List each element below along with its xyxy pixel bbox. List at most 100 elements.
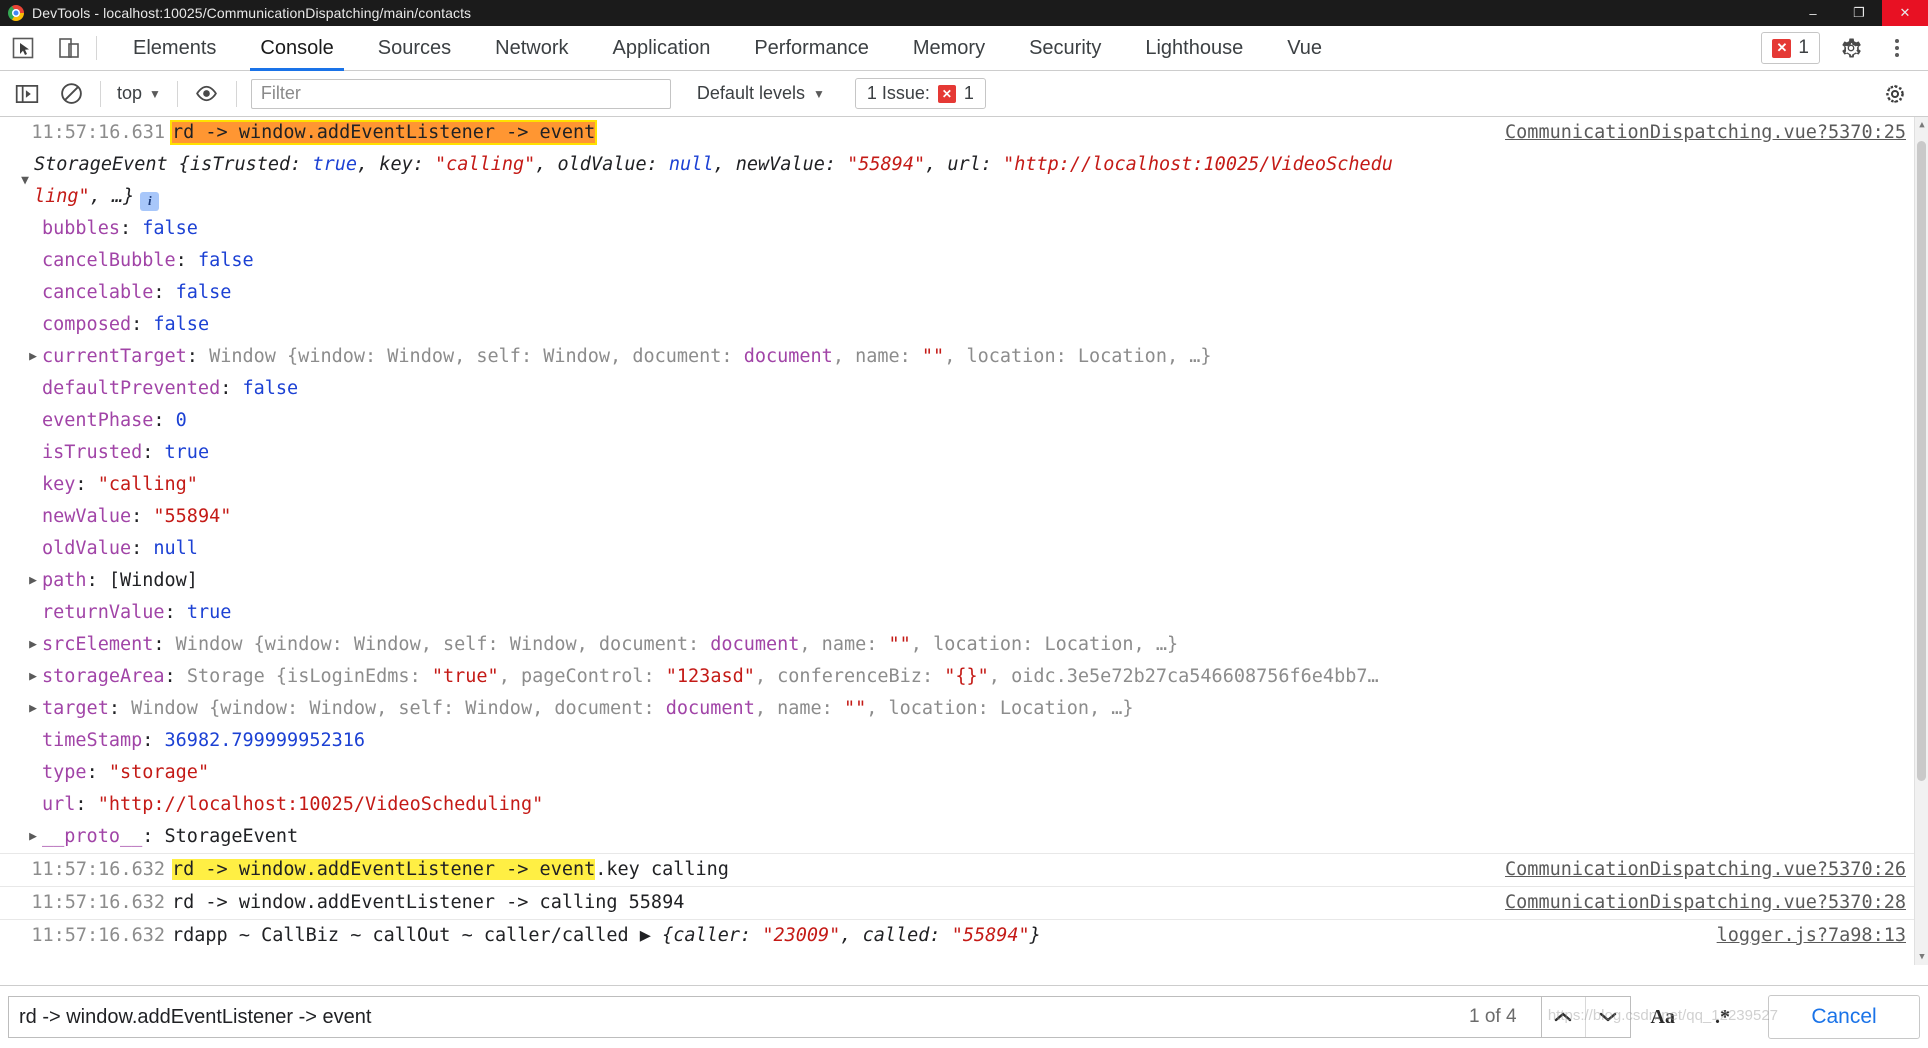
- console-sidebar-toggle-button[interactable]: [6, 77, 48, 111]
- object-property-row[interactable]: bubbles: false: [0, 213, 1914, 245]
- object-property-row[interactable]: type: "storage": [0, 757, 1914, 789]
- property-body: bubbles: false: [42, 213, 1914, 245]
- object-property-row[interactable]: currentTarget: Window {window: Window, s…: [0, 341, 1914, 373]
- property-name: eventPhase: [42, 410, 153, 431]
- property-body: cancelBubble: false: [42, 245, 1914, 277]
- object-property-row[interactable]: key: "calling": [0, 469, 1914, 501]
- match-case-button[interactable]: Aa: [1631, 996, 1695, 1038]
- log-levels-selector[interactable]: Default levels ▼: [687, 79, 835, 109]
- tab-memory[interactable]: Memory: [891, 26, 1007, 70]
- settings-button[interactable]: [1828, 37, 1874, 59]
- value-string: "": [844, 698, 866, 719]
- source-link[interactable]: CommunicationDispatching.vue?5370:28: [1505, 887, 1906, 919]
- close-button[interactable]: ✕: [1882, 0, 1928, 26]
- console-toolbar: top ▼ Default levels ▼ 1 Issue: ✕ 1: [0, 71, 1928, 117]
- value-class-name: Window: [131, 698, 198, 719]
- scroll-down-arrow-icon[interactable]: ▼: [1915, 949, 1928, 965]
- panel-tabs: Elements Console Sources Network Applica…: [111, 26, 1344, 70]
- expand-triangle-icon[interactable]: [24, 565, 42, 597]
- expand-triangle-icon[interactable]: [24, 821, 42, 853]
- property-body: composed: false: [42, 309, 1914, 341]
- expand-triangle-icon[interactable]: [16, 165, 34, 197]
- inspect-element-button[interactable]: [0, 26, 46, 70]
- console-settings-button[interactable]: [1874, 77, 1916, 111]
- execution-context-selector[interactable]: top ▼: [109, 79, 169, 109]
- expand-triangle-icon[interactable]: [24, 629, 42, 661]
- source-link[interactable]: CommunicationDispatching.vue?5370:26: [1505, 854, 1906, 886]
- console-output[interactable]: 11:57:16.631 rd -> window.addEventListen…: [0, 117, 1928, 965]
- tab-vue[interactable]: Vue: [1265, 26, 1344, 70]
- error-count-badge[interactable]: ✕ 1: [1761, 32, 1820, 64]
- console-message[interactable]: 11:57:16.632 rd -> window.addEventListen…: [0, 853, 1914, 886]
- tab-elements[interactable]: Elements: [111, 26, 238, 70]
- object-property-row[interactable]: timeStamp: 36982.799999952316: [0, 725, 1914, 757]
- object-property-row[interactable]: target: Window {window: Window, self: Wi…: [0, 693, 1914, 725]
- info-badge-icon[interactable]: i: [140, 192, 159, 211]
- tab-console[interactable]: Console: [238, 26, 355, 70]
- object-property-row[interactable]: url: "http://localhost:10025/VideoSchedu…: [0, 789, 1914, 821]
- scrollbar-thumb[interactable]: [1917, 141, 1926, 781]
- object-property-row[interactable]: isTrusted: true: [0, 437, 1914, 469]
- property-body: cancelable: false: [42, 277, 1914, 309]
- object-property-row[interactable]: cancelable: false: [0, 277, 1914, 309]
- object-property-row[interactable]: cancelBubble: false: [0, 245, 1914, 277]
- console-message[interactable]: 11:57:16.632 rd -> window.addEventListen…: [0, 886, 1914, 919]
- minimize-button[interactable]: –: [1790, 0, 1836, 26]
- object-property-row[interactable]: composed: false: [0, 309, 1914, 341]
- tab-network[interactable]: Network: [473, 26, 590, 70]
- maximize-button[interactable]: ❐: [1836, 0, 1882, 26]
- property-name: bubbles: [42, 218, 120, 239]
- value-preview: , location: Location, …}: [866, 698, 1133, 719]
- clear-console-button[interactable]: [50, 77, 92, 111]
- tab-sources[interactable]: Sources: [356, 26, 473, 70]
- console-message[interactable]: 11:57:16.632 rdapp ~ CallBiz ~ callOut ~…: [0, 919, 1914, 952]
- find-previous-button[interactable]: [1542, 997, 1586, 1037]
- object-property-row[interactable]: __proto__: StorageEvent: [0, 821, 1914, 853]
- error-x-icon: ✕: [1772, 39, 1791, 58]
- scroll-up-arrow-icon[interactable]: ▲: [1915, 117, 1928, 133]
- source-link[interactable]: CommunicationDispatching.vue?5370:25: [1505, 117, 1906, 149]
- property-value: 0: [176, 410, 187, 431]
- find-next-button[interactable]: [1586, 997, 1630, 1037]
- expand-triangle-icon[interactable]: [24, 341, 42, 373]
- maximize-icon: ❐: [1853, 5, 1865, 21]
- more-options-button[interactable]: [1874, 39, 1920, 57]
- property-value: false: [142, 218, 198, 239]
- regex-button[interactable]: .*: [1695, 996, 1750, 1038]
- cancel-button[interactable]: Cancel: [1768, 995, 1920, 1039]
- value-preview: , name:: [799, 634, 888, 655]
- tab-security[interactable]: Security: [1007, 26, 1123, 70]
- object-property-row[interactable]: storageArea: Storage {isLoginEdms: "true…: [0, 661, 1914, 693]
- log-timestamp: 11:57:16.632: [0, 920, 172, 952]
- object-preview-header-line2[interactable]: ling", …}i: [0, 149, 1914, 213]
- issues-badge[interactable]: 1 Issue: ✕ 1: [855, 78, 986, 109]
- expand-triangle-icon[interactable]: [24, 661, 42, 693]
- source-link[interactable]: logger.js?7a98:13: [1717, 920, 1906, 952]
- value-preview: , name:: [755, 698, 844, 719]
- expand-triangle-icon[interactable]: [24, 693, 42, 725]
- object-property-row[interactable]: path: [Window]: [0, 565, 1914, 597]
- inline-object-preview[interactable]: ▶ {caller: "23009", called: "55894"}: [640, 925, 1041, 946]
- device-toolbar-button[interactable]: [46, 26, 92, 70]
- console-message[interactable]: 11:57:16.631 rd -> window.addEventListen…: [0, 117, 1914, 149]
- tab-lighthouse[interactable]: Lighthouse: [1123, 26, 1265, 70]
- tab-application[interactable]: Application: [591, 26, 733, 70]
- property-body: type: "storage": [42, 757, 1914, 789]
- console-vertical-scrollbar[interactable]: ▲ ▼: [1914, 117, 1928, 965]
- find-input-wrapper[interactable]: 1 of 4: [8, 996, 1542, 1038]
- live-expression-button[interactable]: [186, 77, 228, 111]
- object-property-row[interactable]: oldValue: null: [0, 533, 1914, 565]
- object-property-row[interactable]: defaultPrevented: false: [0, 373, 1914, 405]
- property-body: returnValue: true: [42, 597, 1914, 629]
- filter-input[interactable]: [251, 79, 671, 109]
- property-separator: :: [176, 250, 198, 271]
- object-property-row[interactable]: newValue: "55894": [0, 501, 1914, 533]
- tab-performance[interactable]: Performance: [732, 26, 891, 70]
- issues-label: 1 Issue:: [867, 83, 930, 104]
- object-property-row[interactable]: eventPhase: 0: [0, 405, 1914, 437]
- tab-label: Sources: [378, 37, 451, 60]
- object-property-row[interactable]: srcElement: Window {window: Window, self…: [0, 629, 1914, 661]
- find-input[interactable]: [19, 1006, 1455, 1029]
- device-toggle-icon: [57, 36, 81, 60]
- object-property-row[interactable]: returnValue: true: [0, 597, 1914, 629]
